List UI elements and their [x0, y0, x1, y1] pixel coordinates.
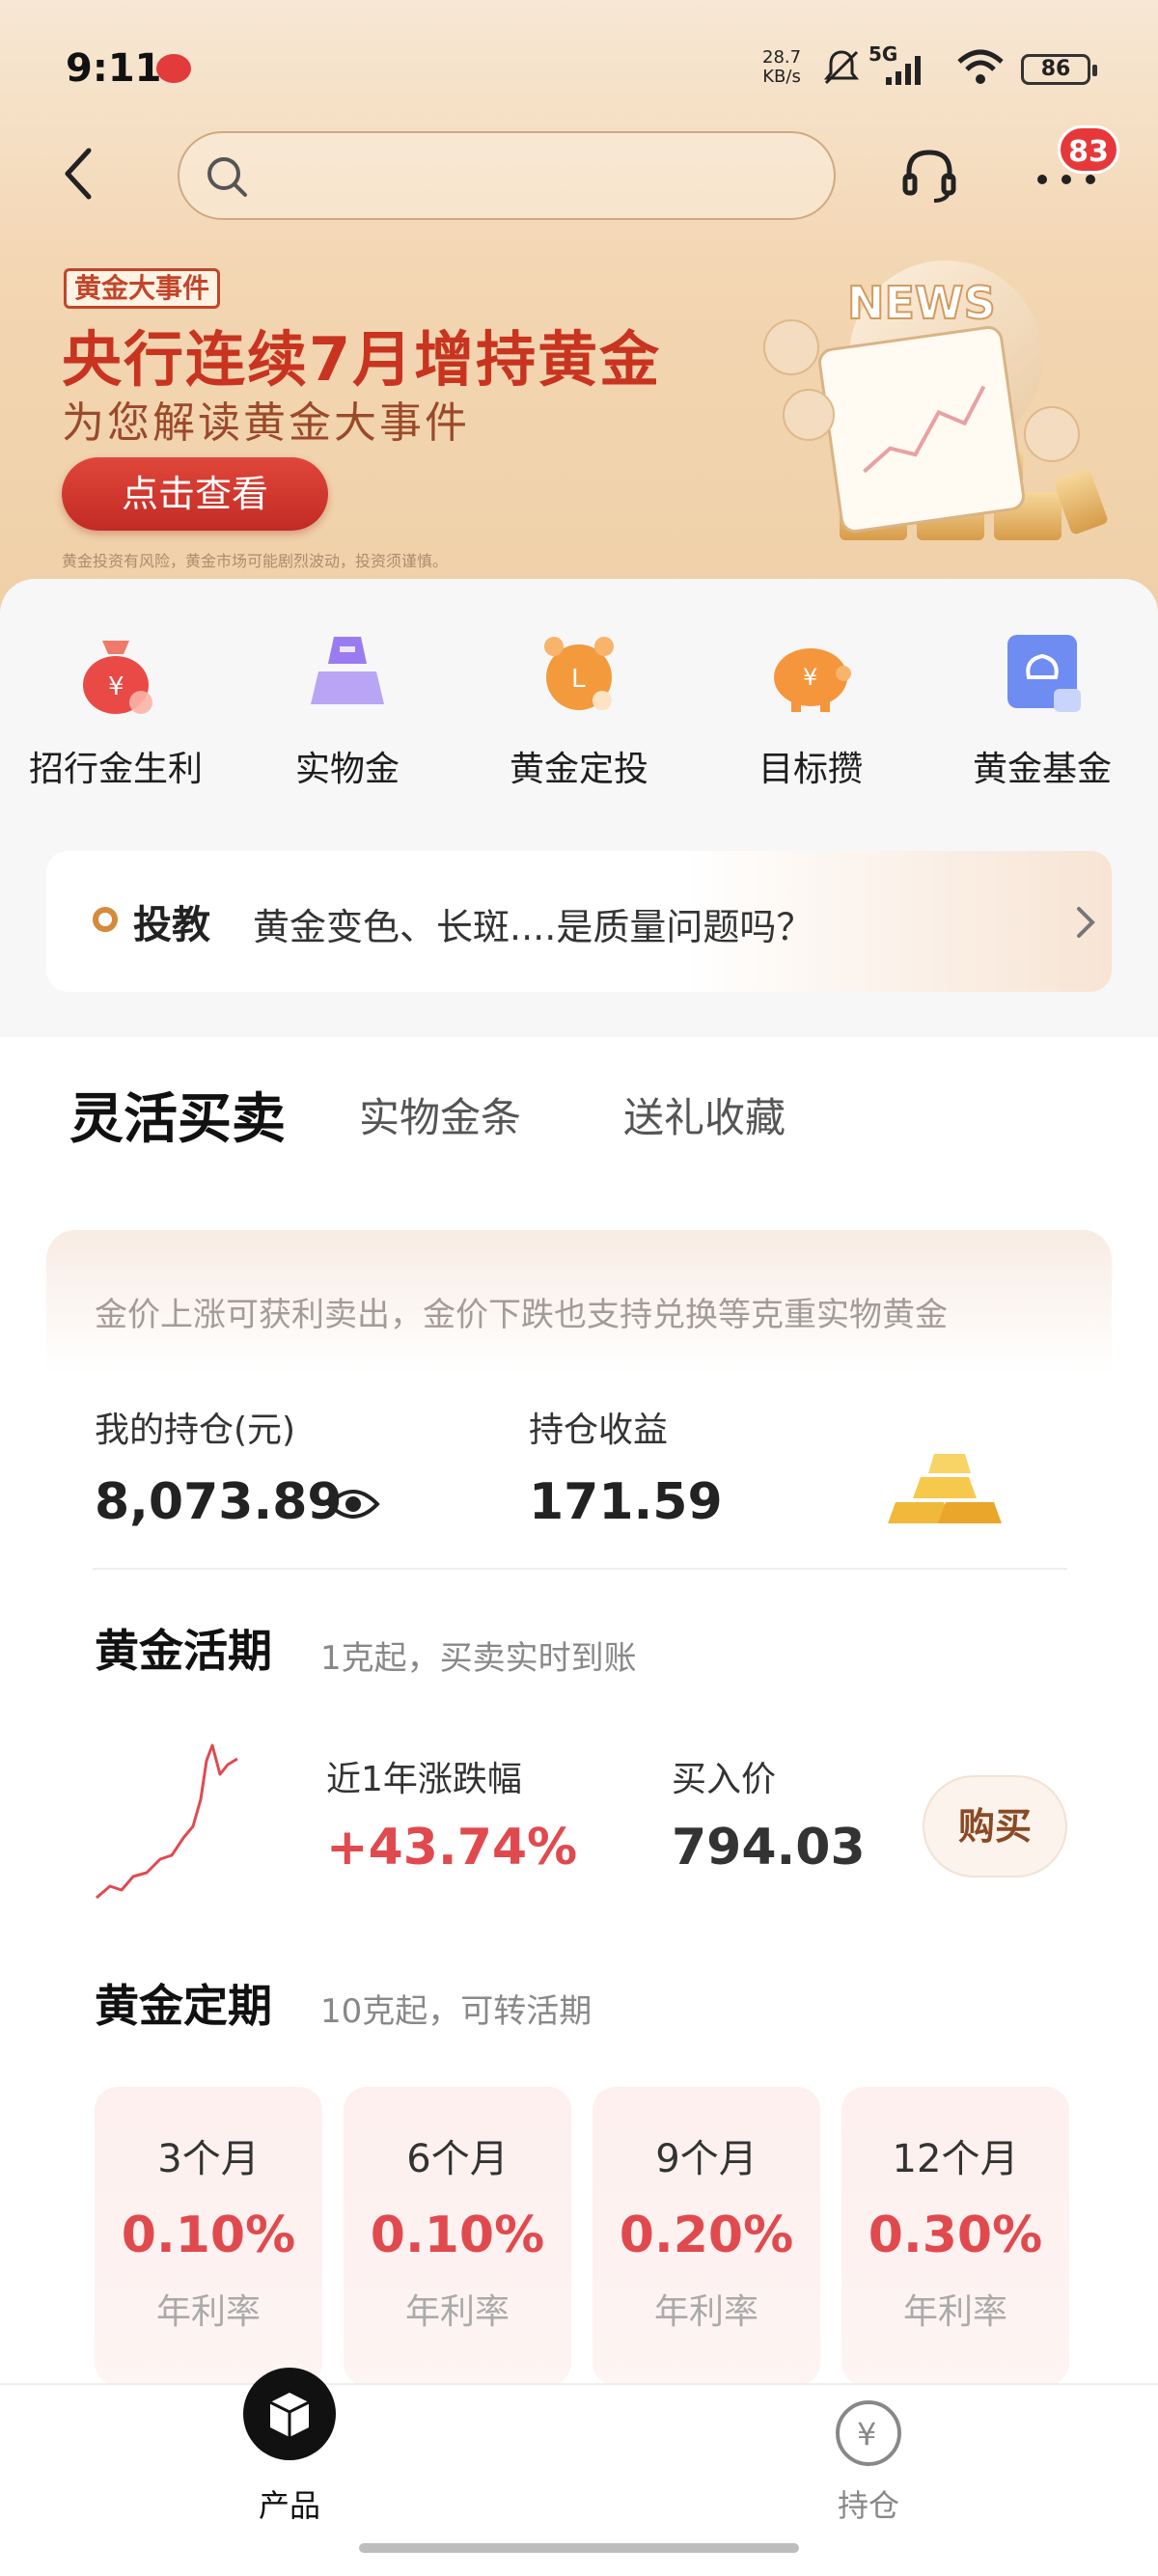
- alarm-clock-icon: L: [533, 627, 625, 720]
- status-time: 9:11: [66, 46, 162, 91]
- buy-price-value: 794.03: [672, 1819, 866, 1877]
- investor-education-bar[interactable]: 投教 黄金变色、长斑....是质量问题吗？: [46, 851, 1112, 992]
- buy-price-label: 买入价: [672, 1760, 777, 1799]
- eye-icon[interactable]: [326, 1485, 380, 1523]
- shortcut-gold-auto-invest[interactable]: L 黄金定投: [473, 627, 685, 791]
- money-bag-icon: ¥: [69, 627, 162, 720]
- card-description: 金价上涨可获利卖出，金价下跌也支持兑换等克重实物黄金: [95, 1296, 948, 1334]
- banner-headline: 央行连续7月增持黄金: [62, 324, 662, 395]
- notification-app-icon: [156, 54, 191, 83]
- shortcut-grid: ¥ 招行金生利 实物金 L 黄金定投 ¥ 目标攒 黄金基金: [0, 627, 1158, 801]
- event-tag: 黄金大事件: [64, 268, 221, 309]
- fund-icon: [996, 627, 1089, 720]
- demand-gold-subtitle: 1克起，买卖实时到账: [320, 1639, 637, 1678]
- yearly-change-value: +43.74%: [326, 1819, 578, 1877]
- profit-label: 持仓收益: [529, 1411, 669, 1450]
- product-box-icon: [243, 2368, 336, 2460]
- shortcut-gold-fund[interactable]: 黄金基金: [936, 627, 1148, 791]
- holding-value: 8,073.89: [95, 1473, 343, 1531]
- back-arrow-icon: [65, 148, 92, 200]
- term-card-9m[interactable]: 9个月 0.20% 年利率: [593, 2087, 820, 2386]
- quick-entry-panel: ¥ 招行金生利 实物金 L 黄金定投 ¥ 目标攒 黄金基金 投教 黄金变色、长斑…: [0, 579, 1158, 1032]
- view-details-button[interactable]: 点击查看: [62, 457, 328, 531]
- svg-text:L: L: [571, 665, 586, 694]
- customer-service-button[interactable]: [897, 143, 961, 206]
- signal-icon: [886, 56, 921, 85]
- profit-value: 171.59: [529, 1473, 723, 1531]
- shortcut-jinshengli[interactable]: ¥ 招行金生利: [10, 627, 222, 791]
- shortcut-target-saving[interactable]: ¥ 目标攒: [704, 627, 917, 791]
- tip-bullet-icon: [93, 907, 118, 932]
- piggy-bank-icon: ¥: [764, 627, 857, 720]
- term-card-12m[interactable]: 12个月 0.30% 年利率: [841, 2087, 1069, 2386]
- buy-button[interactable]: 购买: [923, 1775, 1067, 1877]
- tab-gift-collection[interactable]: 送礼收藏: [623, 1085, 786, 1144]
- wifi-icon: [957, 49, 1004, 84]
- banner-subline: 为您解读黄金大事件: [62, 398, 470, 448]
- product-tabs: 灵活买卖 实物金条 送礼收藏: [0, 1085, 1158, 1242]
- risk-disclaimer: 黄金投资有风险，黄金市场可能剧烈波动，投资须谨慎。: [62, 552, 449, 570]
- search-icon: [207, 157, 247, 197]
- network-speed: 28.7 KB/s: [762, 47, 802, 87]
- home-indicator[interactable]: [359, 2543, 799, 2553]
- mute-icon: [823, 50, 860, 85]
- battery-indicator: 86: [1021, 54, 1097, 85]
- news-label: NEWS: [847, 277, 996, 329]
- headset-icon: [902, 150, 956, 203]
- gold-trading-card: 金价上涨可获利卖出，金价下跌也支持兑换等克重实物黄金 我的持仓(元) 8,073…: [46, 1230, 1112, 2388]
- svg-text:¥: ¥: [803, 664, 817, 691]
- yuan-coin-icon: ¥: [836, 2400, 901, 2466]
- fixed-gold-title: 黄金定期: [95, 1980, 272, 2032]
- search-input[interactable]: [178, 131, 836, 220]
- tab-flexible-trading[interactable]: 灵活买卖: [69, 1076, 286, 1154]
- chevron-right-icon: [1077, 907, 1095, 938]
- gold-bar-icon: [301, 627, 394, 720]
- back-button[interactable]: [60, 145, 98, 203]
- svg-text:¥: ¥: [108, 672, 124, 701]
- demand-gold-title: 黄金活期: [95, 1625, 272, 1677]
- tab-physical-gold-bar[interactable]: 实物金条: [359, 1085, 521, 1144]
- news-calendar-illustration: NEWS: [763, 260, 1108, 540]
- term-card-6m[interactable]: 6个月 0.10% 年利率: [344, 2087, 571, 2386]
- shortcut-physical-gold[interactable]: 实物金: [241, 627, 454, 791]
- status-bar: 9:11 28.7 KB/s 5G 86: [0, 0, 1158, 135]
- svg-text:¥: ¥: [857, 2416, 876, 2453]
- notification-badge: 83: [1058, 125, 1119, 174]
- tip-tag: 投教: [133, 903, 210, 947]
- tip-text: 黄金变色、长斑....是质量问题吗？: [253, 906, 813, 948]
- yearly-change-label: 近1年涨跌幅: [326, 1760, 522, 1799]
- holding-label: 我的持仓(元): [95, 1411, 296, 1450]
- price-trend-sparkline: [96, 1743, 238, 1900]
- fixed-gold-subtitle: 10克起，可转活期: [320, 1992, 593, 2031]
- hero-banner[interactable]: 9:11 28.7 KB/s 5G 86 83 黄金大事件 央行连续7月增持黄金…: [0, 0, 1158, 617]
- term-card-3m[interactable]: 3个月 0.10% 年利率: [95, 2087, 322, 2386]
- card-divider: [93, 1568, 1067, 1570]
- gold-bars-icon: [888, 1454, 1002, 1523]
